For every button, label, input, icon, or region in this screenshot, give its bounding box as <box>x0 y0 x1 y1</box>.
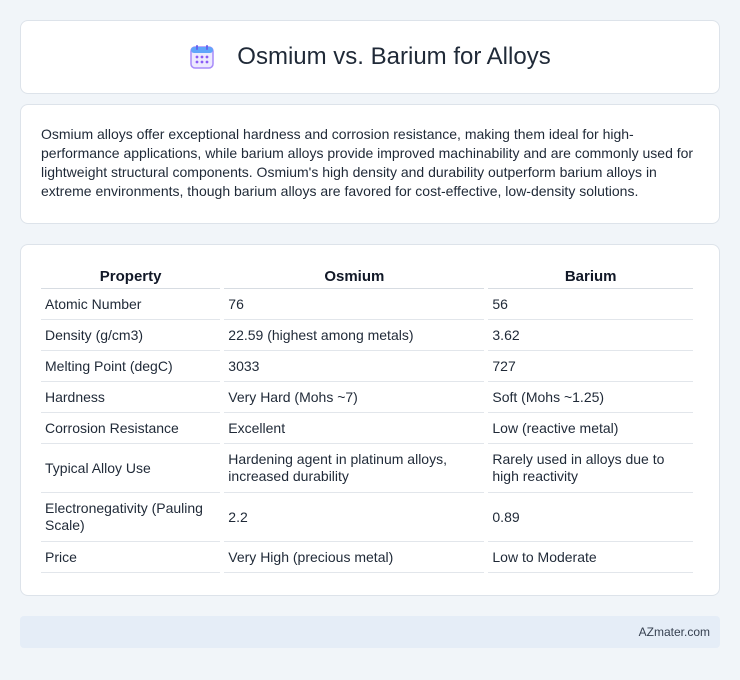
property-cell: Melting Point (degC) <box>41 351 221 382</box>
barium-cell: 3.62 <box>488 320 693 351</box>
title-card: Osmium vs. Barium for Alloys <box>20 20 720 94</box>
header-osmium: Osmium <box>224 267 485 289</box>
osmium-cell: 76 <box>224 289 485 320</box>
osmium-cell: 22.59 (highest among metals) <box>224 320 485 351</box>
comparison-table-card: Property Osmium Barium Atomic Number 76 … <box>20 244 720 596</box>
table-row: Electronegativity (Pauling Scale) 2.2 0.… <box>41 493 693 542</box>
calendar-icon <box>190 45 215 69</box>
barium-cell: Rarely used in alloys due to high reacti… <box>488 444 693 493</box>
page-title: Osmium vs. Barium for Alloys <box>237 43 551 70</box>
footer-brand-link[interactable]: AZmater.com <box>639 625 710 639</box>
barium-cell: Low (reactive metal) <box>488 413 693 444</box>
property-cell: Typical Alloy Use <box>41 444 221 493</box>
intro-card: Osmium alloys offer exceptional hardness… <box>20 104 720 224</box>
barium-cell: Soft (Mohs ~1.25) <box>488 382 693 413</box>
header-property: Property <box>41 267 221 289</box>
barium-cell: 56 <box>488 289 693 320</box>
table-row: Typical Alloy Use Hardening agent in pla… <box>41 444 693 493</box>
table-row: Hardness Very Hard (Mohs ~7) Soft (Mohs … <box>41 382 693 413</box>
table-header-row: Property Osmium Barium <box>41 267 693 289</box>
table-row: Atomic Number 76 56 <box>41 289 693 320</box>
osmium-cell: Hardening agent in platinum alloys, incr… <box>224 444 485 493</box>
header-barium: Barium <box>488 267 693 289</box>
osmium-cell: Very High (precious metal) <box>224 542 485 573</box>
property-cell: Electronegativity (Pauling Scale) <box>41 493 221 542</box>
intro-paragraph: Osmium alloys offer exceptional hardness… <box>41 126 694 199</box>
property-cell: Density (g/cm3) <box>41 320 221 351</box>
property-cell: Price <box>41 542 221 573</box>
barium-cell: 727 <box>488 351 693 382</box>
osmium-cell: 3033 <box>224 351 485 382</box>
barium-cell: 0.89 <box>488 493 693 542</box>
table-row: Price Very High (precious metal) Low to … <box>41 542 693 573</box>
osmium-cell: 2.2 <box>224 493 485 542</box>
osmium-cell: Excellent <box>224 413 485 444</box>
property-cell: Corrosion Resistance <box>41 413 221 444</box>
table-row: Melting Point (degC) 3033 727 <box>41 351 693 382</box>
comparison-table: Property Osmium Barium Atomic Number 76 … <box>37 267 697 573</box>
table-row: Corrosion Resistance Excellent Low (reac… <box>41 413 693 444</box>
property-cell: Hardness <box>41 382 221 413</box>
osmium-cell: Very Hard (Mohs ~7) <box>224 382 485 413</box>
footer: AZmater.com <box>20 616 720 648</box>
table-row: Density (g/cm3) 22.59 (highest among met… <box>41 320 693 351</box>
property-cell: Atomic Number <box>41 289 221 320</box>
barium-cell: Low to Moderate <box>488 542 693 573</box>
